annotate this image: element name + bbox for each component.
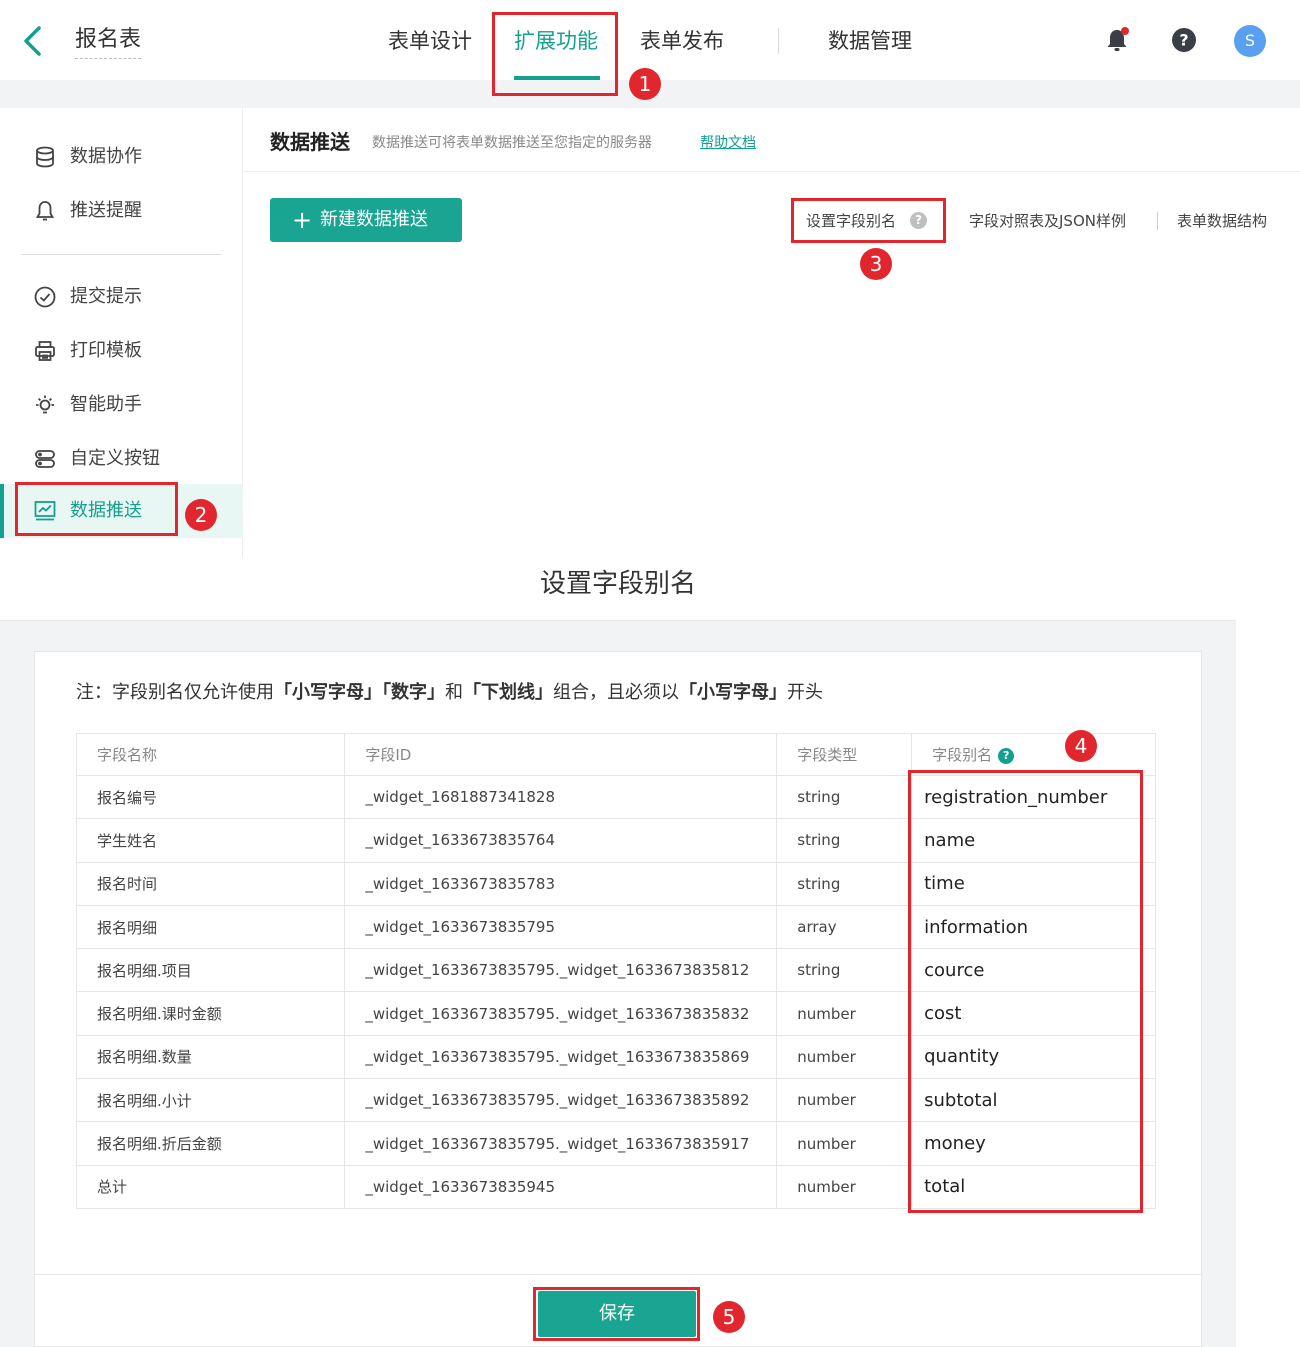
annotation-box-3 [791, 198, 946, 243]
alias-rule-note: 注：字段别名仅允许使用「小写字母」「数字」和「下划线」组合，且必须以「小写字母」… [76, 680, 823, 706]
new-data-push-button[interactable]: + 新建数据推送 [270, 198, 462, 242]
help-icon[interactable]: ? [1170, 26, 1198, 54]
check-circle-icon [34, 286, 56, 308]
bulb-icon [36, 395, 54, 414]
cell-field-type: number [776, 1164, 913, 1209]
cell-field-id: _widget_1633673835795._widget_1633673835… [344, 991, 778, 1036]
printer-icon [35, 341, 55, 361]
cell-field-name: 学生姓名 [75, 818, 346, 863]
cell-field-type: string [776, 774, 913, 820]
cell-field-id: _widget_1633673835795._widget_1633673835… [344, 1034, 778, 1080]
cell-field-id: _widget_1633673835783 [344, 861, 778, 906]
sidebar-item-label: 智能助手 [70, 394, 142, 415]
page-title: 数据推送 [270, 130, 350, 154]
notification-dot [1121, 27, 1129, 35]
buttons-icon [35, 450, 55, 468]
cell-field-name: 报名明细.小计 [75, 1078, 346, 1123]
annotation-badge-4: 4 [1065, 730, 1097, 762]
cell-field-id: _widget_1633673835764 [344, 818, 778, 863]
sidebar-item-label: 提交提示 [70, 286, 142, 307]
cell-field-name: 报名明细.数量 [75, 1034, 346, 1080]
cell-field-type: number [776, 1034, 913, 1080]
sidebar-item-print-template[interactable]: 打印模板 [0, 324, 243, 378]
column-header-field-type: 字段类型 [776, 733, 913, 776]
help-question-icon[interactable]: ? [998, 748, 1015, 764]
cell-field-name: 报名编号 [75, 774, 346, 820]
sidebar-item-smart-assistant[interactable]: 智能助手 [0, 378, 243, 432]
page-description: 数据推送可将表单数据推送至您指定的服务器 [372, 135, 652, 151]
cell-field-type: number [776, 1078, 913, 1123]
note-middle: 组合，且必须以 [553, 682, 679, 703]
content-header: 数据推送 数据推送可将表单数据推送至您指定的服务器 帮助文档 [244, 108, 1300, 172]
tab-form-design[interactable]: 表单设计 [388, 26, 472, 56]
field-json-sample-link[interactable]: 字段对照表及JSON样例 [969, 210, 1126, 232]
sidebar-item-data-collaboration[interactable]: 数据协作 [0, 130, 243, 184]
new-data-push-label: 新建数据推送 [320, 209, 428, 230]
cell-field-id: _widget_1633673835945 [344, 1164, 778, 1209]
column-header-field-name: 字段名称 [75, 733, 346, 776]
note-term-underscore: 「下划线」 [463, 682, 553, 703]
annotation-badge-1: 1 [629, 68, 661, 100]
annotation-box-1 [492, 12, 618, 96]
app-title[interactable]: 报名表 [75, 26, 142, 59]
column-header-field-alias-label: 字段别名 [932, 746, 993, 764]
cell-field-name: 报名明细.项目 [75, 948, 346, 993]
cell-field-type: string [776, 948, 913, 993]
svg-text:?: ? [1179, 31, 1188, 50]
cell-field-name: 报名明细 [75, 904, 346, 950]
sidebar-item-label: 推送提醒 [70, 200, 142, 221]
modal-footer-divider [35, 1274, 1201, 1275]
note-term-lowercase: 「小写字母」 [679, 682, 787, 703]
sidebar-divider [22, 254, 221, 255]
annotation-badge-3: 3 [860, 248, 892, 280]
note-suffix: 开头 [787, 682, 823, 703]
annotation-box-5 [533, 1287, 700, 1341]
cell-field-type: number [776, 991, 913, 1036]
sidebar-item-label: 自定义按钮 [70, 448, 160, 469]
avatar[interactable]: S [1234, 25, 1266, 57]
nav-divider [778, 28, 779, 54]
note-term-lowercase-digits: 「小写字母」「数字」 [274, 682, 445, 703]
cell-field-id: _widget_1633673835795 [344, 904, 778, 950]
sidebar-item-push-reminder[interactable]: 推送提醒 [0, 184, 243, 238]
note-and: 和 [445, 682, 463, 703]
cell-field-id: _widget_1633673835795._widget_1633673835… [344, 1121, 778, 1166]
bell-icon [35, 201, 55, 221]
back-arrow-icon[interactable] [20, 24, 48, 58]
cell-field-id: _widget_1681887341828 [344, 774, 778, 820]
cell-field-id: _widget_1633673835795._widget_1633673835… [344, 948, 778, 993]
column-header-field-id: 字段ID [344, 733, 778, 776]
annotation-box-2 [15, 482, 178, 536]
note-prefix: 注：字段别名仅允许使用 [76, 682, 274, 703]
tab-data-management[interactable]: 数据管理 [828, 26, 912, 56]
cell-field-type: string [776, 861, 913, 906]
cell-field-type: number [776, 1121, 913, 1166]
bell-icon[interactable] [1103, 26, 1131, 54]
cell-field-id: _widget_1633673835795._widget_1633673835… [344, 1078, 778, 1123]
link-divider [1157, 212, 1158, 230]
cell-field-name: 报名明细.课时金额 [75, 991, 346, 1036]
cell-field-name: 报名明细.折后金额 [75, 1121, 346, 1166]
sidebar-item-label: 打印模板 [70, 340, 142, 361]
sidebar-item-custom-buttons[interactable]: 自定义按钮 [0, 432, 243, 486]
cell-field-type: array [776, 904, 913, 950]
annotation-box-4 [908, 770, 1143, 1213]
cell-field-name: 总计 [75, 1164, 346, 1209]
modal-title: 设置字段别名 [539, 569, 696, 599]
help-doc-link[interactable]: 帮助文档 [700, 133, 756, 153]
cell-field-type: string [776, 818, 913, 863]
plus-icon: + [292, 206, 313, 234]
tab-form-publish[interactable]: 表单发布 [640, 26, 724, 56]
annotation-badge-2: 2 [185, 499, 217, 531]
sidebar-item-submit-tips[interactable]: 提交提示 [0, 270, 243, 324]
form-data-structure-link[interactable]: 表单数据结构 [1177, 210, 1267, 232]
sidebar-item-label: 数据协作 [70, 146, 142, 167]
cell-field-name: 报名时间 [75, 861, 346, 906]
annotation-badge-5: 5 [713, 1301, 745, 1333]
database-icon [36, 146, 54, 168]
